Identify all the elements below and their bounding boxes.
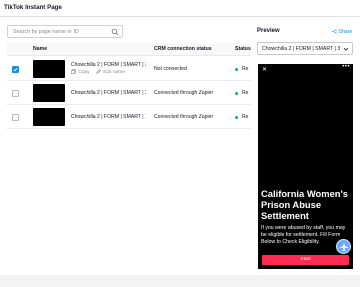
plane-icon [339, 242, 349, 252]
page-title: TikTok Instant Page [4, 4, 62, 11]
page-select[interactable]: Chowchilla 2 | FORM | SMART | 3 [257, 42, 353, 55]
status-dot [235, 92, 238, 95]
header-crm: CRM connection status [154, 46, 212, 52]
preview-heading: California Women's Prison Abuse Settleme… [261, 188, 348, 221]
row-checkbox[interactable] [12, 66, 19, 73]
page-thumbnail[interactable] [33, 108, 65, 126]
header-status: Status [235, 46, 251, 52]
table-row[interactable]: Chowchilla 2 | FORM | SMART | 3... Copy … [7, 57, 251, 81]
crm-status: Connected through Zapier [154, 90, 214, 96]
search-input[interactable]: Search by page name or ID [7, 25, 123, 38]
search-icon[interactable] [111, 28, 119, 36]
status-dot [235, 116, 238, 119]
chevron-down-icon [343, 47, 349, 51]
status-text: Re [242, 114, 249, 120]
share-icon [332, 29, 337, 34]
crm-status: Not connected [154, 66, 187, 72]
table-row[interactable]: Chowchilla 2 | FORM | SMART | 2... Conne… [7, 81, 251, 105]
row-actions: Copy Edit name [71, 69, 130, 75]
header-name: Name [33, 46, 48, 52]
page-name[interactable]: Chowchilla 2 | FORM | SMART | 2... [71, 90, 146, 96]
table-row[interactable]: Chowchilla 2 | FORM | SMART | 1 Connecte… [7, 105, 251, 129]
page-name[interactable]: Chowchilla 2 | FORM | SMART | 1 [71, 114, 146, 120]
status-dot [235, 68, 238, 71]
selected-page: Chowchilla 2 | FORM | SMART | 3 [262, 46, 341, 52]
share-label: Share [338, 29, 353, 35]
copy-label: Copy [78, 70, 90, 75]
status-text: Re [242, 90, 249, 96]
table-header: Name CRM connection status Status [7, 43, 251, 56]
phone-preview: ✕ ••• California Women's Prison Abuse Se… [258, 64, 353, 269]
edit-icon [96, 69, 101, 74]
row-checkbox[interactable] [12, 114, 19, 121]
pages-table: Name CRM connection status Status Chowch… [7, 43, 251, 131]
start-button[interactable]: Start [262, 255, 349, 265]
crm-status: Connected through Zapier [154, 114, 214, 120]
status-text: Re [242, 66, 249, 72]
close-icon[interactable]: ✕ [262, 66, 267, 73]
copy-icon [71, 69, 76, 74]
assistant-button[interactable] [336, 239, 351, 254]
top-bar: TikTok Instant Page [0, 0, 360, 17]
more-icon[interactable]: ••• [342, 64, 350, 70]
bottom-strip [0, 275, 360, 287]
start-label: Start [300, 257, 311, 262]
page-thumbnail[interactable] [33, 60, 65, 78]
check-icon [13, 68, 18, 72]
edit-name-label: Edit name [103, 70, 125, 75]
preview-label: Preview [257, 28, 280, 34]
page-name[interactable]: Chowchilla 2 | FORM | SMART | 3... [71, 62, 146, 68]
edit-name-button[interactable]: Edit name [96, 69, 125, 75]
row-checkbox[interactable] [12, 90, 19, 97]
search-placeholder: Search by page name or ID [13, 29, 79, 35]
share-button[interactable]: Share [332, 29, 352, 35]
copy-button[interactable]: Copy [71, 69, 90, 75]
page-thumbnail[interactable] [33, 84, 65, 102]
